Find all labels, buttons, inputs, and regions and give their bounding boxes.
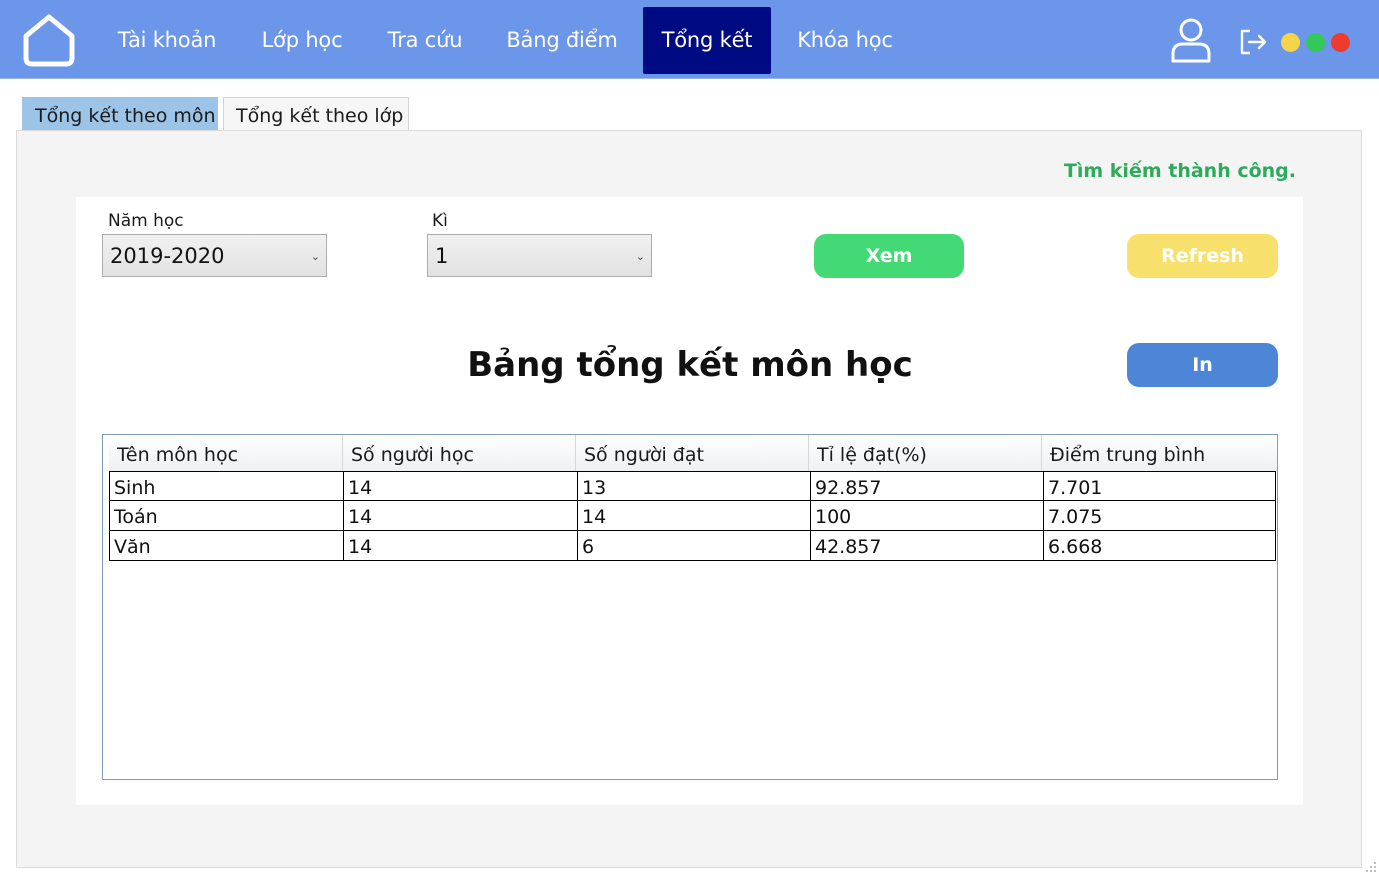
logout-icon[interactable] bbox=[1238, 27, 1268, 57]
maximize-dot[interactable] bbox=[1306, 33, 1325, 52]
chevron-down-icon: ⌄ bbox=[635, 250, 645, 263]
minimize-dot[interactable] bbox=[1281, 33, 1300, 52]
table-cell: Toán bbox=[109, 501, 343, 531]
table-row[interactable]: Toán 14 14 100 7.075 bbox=[109, 501, 1277, 531]
table-cell: 42.857 bbox=[810, 531, 1043, 561]
resize-grip-icon[interactable] bbox=[1365, 861, 1377, 873]
close-dot[interactable] bbox=[1331, 33, 1350, 52]
summary-table[interactable]: Tên môn học Số người học Số người đạt Tỉ… bbox=[102, 434, 1278, 780]
table-header: Tên môn học Số người học Số người đạt Tỉ… bbox=[109, 435, 1277, 471]
table-cell: Sinh bbox=[109, 471, 343, 501]
term-select[interactable]: 1 ⌄ bbox=[427, 234, 652, 277]
table-cell: 13 bbox=[577, 471, 810, 501]
table-cell: 7.075 bbox=[1043, 501, 1276, 531]
refresh-button[interactable]: Refresh bbox=[1127, 234, 1278, 278]
nav-lop-hoc[interactable]: Lớp học bbox=[246, 7, 358, 74]
table-cell: 6 bbox=[577, 531, 810, 561]
year-label: Năm học bbox=[108, 211, 184, 231]
user-icon[interactable] bbox=[1170, 16, 1212, 64]
term-select-value: 1 bbox=[435, 244, 449, 268]
column-header-pass-rate[interactable]: Tỉ lệ đạt(%) bbox=[809, 435, 1042, 471]
home-icon[interactable] bbox=[20, 12, 78, 68]
nav-khoa-hoc[interactable]: Khóa học bbox=[783, 7, 907, 74]
tab-tong-ket-theo-mon[interactable]: Tổng kết theo môn bbox=[22, 97, 218, 131]
page-title: Bảng tổng kết môn học bbox=[467, 345, 913, 385]
nav-tong-ket[interactable]: Tổng kết bbox=[643, 7, 771, 74]
print-button[interactable]: In bbox=[1127, 343, 1278, 387]
table-row[interactable]: Văn 14 6 42.857 6.668 bbox=[109, 531, 1277, 561]
table-cell: 92.857 bbox=[810, 471, 1043, 501]
tab-tong-ket-theo-lop[interactable]: Tổng kết theo lớp bbox=[223, 97, 409, 131]
nav-tai-khoan[interactable]: Tài khoản bbox=[104, 7, 230, 74]
column-header-subject[interactable]: Tên môn học bbox=[109, 435, 343, 471]
year-select-value: 2019-2020 bbox=[110, 244, 225, 268]
view-button[interactable]: Xem bbox=[814, 234, 964, 278]
table-cell: 7.701 bbox=[1043, 471, 1276, 501]
table-cell: 100 bbox=[810, 501, 1043, 531]
year-select[interactable]: 2019-2020 ⌄ bbox=[102, 234, 327, 277]
table-cell: 14 bbox=[343, 471, 577, 501]
term-label: Kì bbox=[432, 211, 448, 231]
column-header-enrolled[interactable]: Số người học bbox=[343, 435, 576, 471]
nav-tra-cuu[interactable]: Tra cứu bbox=[373, 7, 477, 74]
chevron-down-icon: ⌄ bbox=[310, 250, 320, 263]
column-header-average[interactable]: Điểm trung bình bbox=[1042, 435, 1277, 471]
nav-bang-diem[interactable]: Bảng điểm bbox=[493, 7, 631, 74]
table-cell: 6.668 bbox=[1043, 531, 1276, 561]
top-navigation-bar: Tài khoản Lớp học Tra cứu Bảng điểm Tổng… bbox=[0, 0, 1379, 79]
table-cell: 14 bbox=[577, 501, 810, 531]
column-header-passed[interactable]: Số người đạt bbox=[576, 435, 809, 471]
status-message: Tìm kiếm thành công. bbox=[1063, 160, 1296, 182]
table-row[interactable]: Sinh 14 13 92.857 7.701 bbox=[109, 471, 1277, 501]
table-cell: Văn bbox=[109, 531, 343, 561]
table-cell: 14 bbox=[343, 501, 577, 531]
table-cell: 14 bbox=[343, 531, 577, 561]
